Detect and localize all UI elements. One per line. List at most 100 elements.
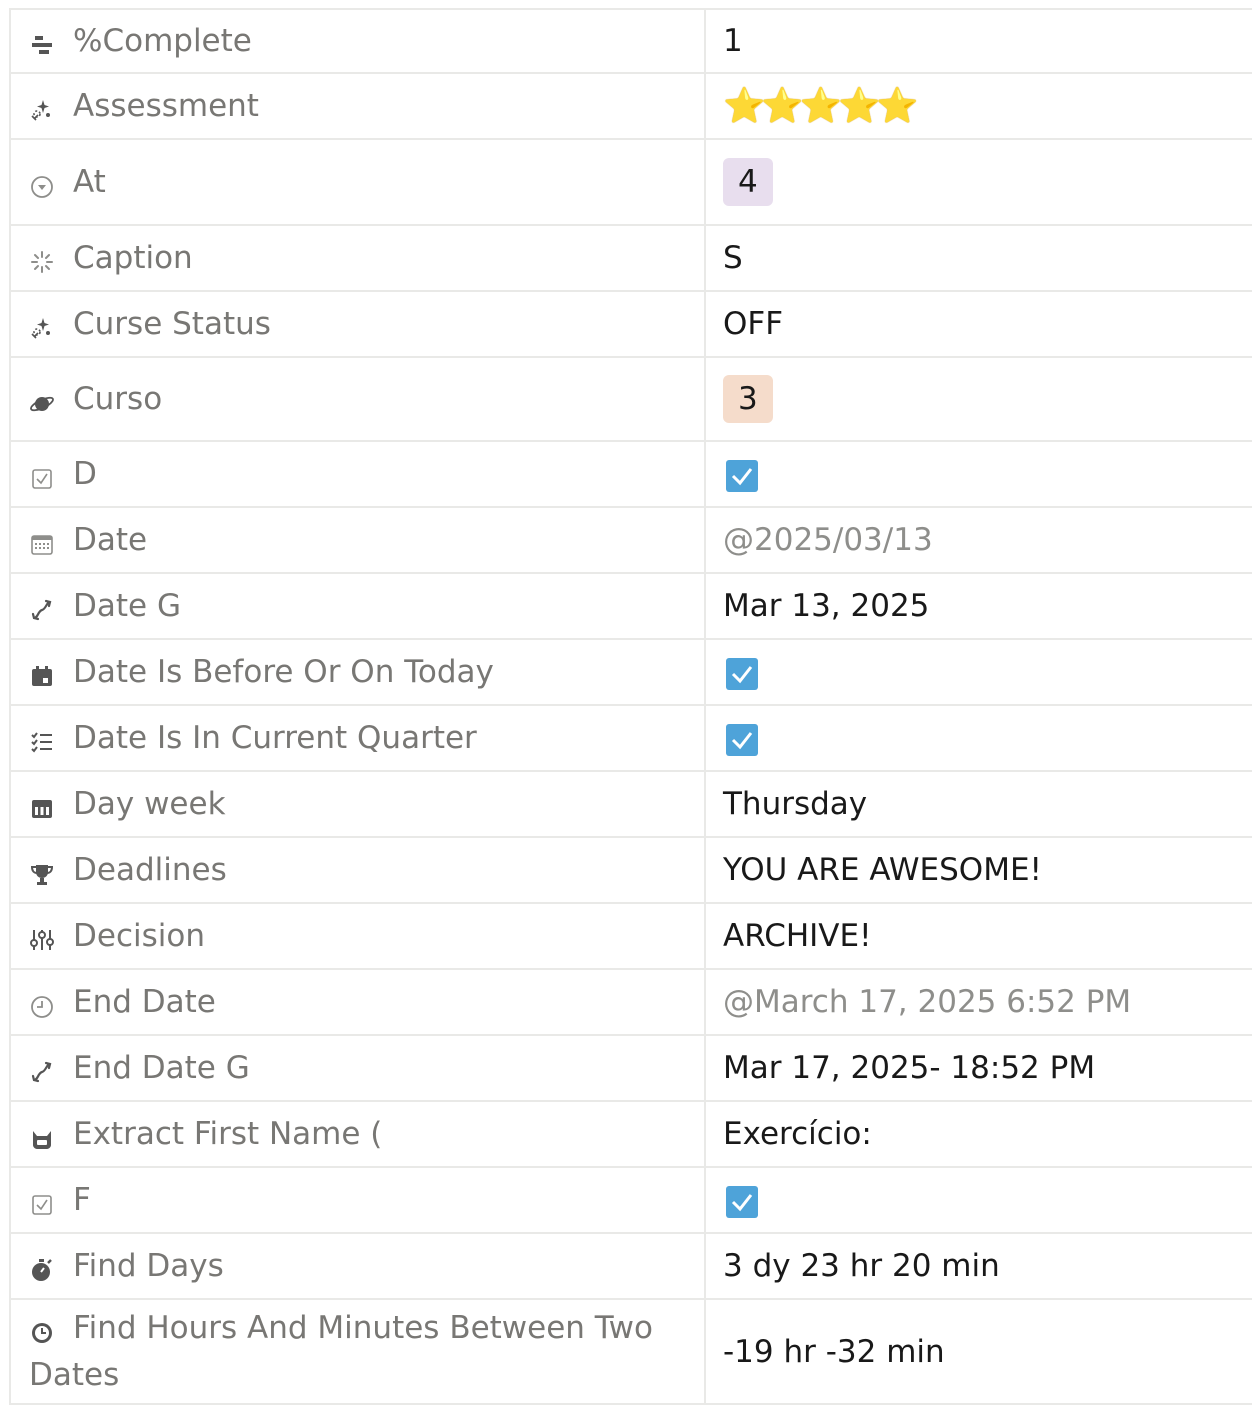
circle-chevron-down-icon [29, 173, 55, 199]
arrow-relation-icon [29, 1059, 55, 1085]
arrow-relation-icon [29, 597, 55, 623]
property-name-cell[interactable]: Deadlines [9, 836, 706, 904]
property-name: End Date G [73, 1049, 250, 1086]
property-value-cell[interactable]: YOU ARE AWESOME! [704, 836, 1252, 904]
property-value-cell[interactable]: -19 hr -32 min [704, 1298, 1252, 1405]
property-row[interactable]: At 4 [9, 138, 1252, 226]
property-value-cell[interactable]: S [704, 224, 1252, 292]
property-row[interactable]: Find Days 3 dy 23 hr 20 min [9, 1232, 1252, 1300]
property-value-cell[interactable] [704, 1166, 1252, 1234]
property-name-cell[interactable]: Date Is Before Or On Today [9, 638, 706, 706]
property-name-cell[interactable]: %Complete [9, 8, 706, 74]
property-name-cell[interactable]: Curso [9, 356, 706, 442]
property-name-cell[interactable]: End Date [9, 968, 706, 1036]
checkbox-checked[interactable] [726, 1185, 758, 1218]
property-name-cell[interactable]: Date Is In Current Quarter [9, 704, 706, 772]
select-tag[interactable]: 3 [723, 375, 773, 423]
loading-spinner-icon [29, 249, 55, 275]
property-row[interactable]: Find Hours And Minutes Between Two Dates… [9, 1298, 1252, 1405]
property-row[interactable]: Curso 3 [9, 356, 1252, 442]
property-row[interactable]: Date G Mar 13, 2025 [9, 572, 1252, 640]
property-value: S [723, 240, 743, 276]
property-name-cell[interactable]: Day week [9, 770, 706, 838]
property-name-cell[interactable]: Extract First Name ( [9, 1100, 706, 1168]
property-row[interactable]: End Date G Mar 17, 2025- 18:52 PM [9, 1034, 1252, 1102]
property-row[interactable]: End Date @March 17, 2025 6:52 PM [9, 968, 1252, 1036]
property-value-cell[interactable]: @March 17, 2025 6:52 PM [704, 968, 1252, 1036]
property-row[interactable]: Date Is In Current Quarter [9, 704, 1252, 772]
property-value-cell[interactable] [704, 638, 1252, 706]
property-name-cell[interactable]: D [9, 440, 706, 508]
select-tag[interactable]: 4 [723, 158, 773, 206]
property-name: Curse Status [73, 305, 271, 342]
sliders-icon [29, 927, 55, 953]
property-value-cell[interactable]: OFF [704, 290, 1252, 358]
property-value-cell[interactable]: Mar 13, 2025 [704, 572, 1252, 640]
property-value-cell[interactable] [704, 704, 1252, 772]
checkbox-checked[interactable] [726, 459, 758, 492]
property-name: Date G [73, 587, 181, 624]
property-value-cell[interactable]: Mar 17, 2025- 18:52 PM [704, 1034, 1252, 1102]
property-name-cell[interactable]: Decision [9, 902, 706, 970]
property-name-cell[interactable]: At [9, 138, 706, 226]
property-value: ARCHIVE! [723, 918, 872, 954]
property-value: Mar 17, 2025- 18:52 PM [723, 1050, 1096, 1086]
horizontal-bars-icon [29, 32, 55, 58]
properties-table: %Complete 1 Assessment ⭐⭐⭐⭐⭐ At 4 Caption S Curs… [9, 8, 1252, 1405]
property-row[interactable]: Day week Thursday [9, 770, 1252, 838]
property-value: Thursday [723, 786, 868, 822]
property-row[interactable]: F [9, 1166, 1252, 1234]
checkbox-icon [29, 465, 55, 491]
property-value-cell[interactable]: @2025/03/13 [704, 506, 1252, 574]
checkbox-checked[interactable] [726, 723, 758, 756]
planet-icon [29, 390, 55, 416]
sparkle-formula-icon [29, 97, 55, 123]
property-value-cell[interactable]: 3 [704, 356, 1252, 442]
property-row[interactable]: Curse Status OFF [9, 290, 1252, 358]
property-name-cell[interactable]: Date [9, 506, 706, 574]
property-name: D [73, 455, 97, 492]
property-name-cell[interactable]: F [9, 1166, 706, 1234]
property-value-cell[interactable] [704, 440, 1252, 508]
property-value-cell[interactable]: Exercício: [704, 1100, 1252, 1168]
property-row[interactable]: Date @2025/03/13 [9, 506, 1252, 574]
property-row[interactable]: Date Is Before Or On Today [9, 638, 1252, 706]
property-name-cell[interactable]: Caption [9, 224, 706, 292]
property-row[interactable]: Caption S [9, 224, 1252, 292]
property-name-cell[interactable]: Find Hours And Minutes Between Two Dates [9, 1298, 706, 1405]
property-name-cell[interactable]: Find Days [9, 1232, 706, 1300]
date-mention[interactable]: @2025/03/13 [723, 522, 933, 558]
clock-outline-icon [29, 993, 55, 1019]
cat-icon [29, 1125, 55, 1151]
property-name: Find Days [73, 1247, 224, 1284]
checkbox-checked[interactable] [726, 657, 758, 690]
property-name-cell[interactable]: Date G [9, 572, 706, 640]
property-row[interactable]: Decision ARCHIVE! [9, 902, 1252, 970]
property-row[interactable]: Extract First Name (Exercício: [9, 1100, 1252, 1168]
property-name: Date Is In Current Quarter [73, 719, 477, 756]
property-value: OFF [723, 306, 784, 342]
property-value: Mar 13, 2025 [723, 588, 930, 624]
property-name: Find Hours And Minutes Between Two Dates [29, 1309, 653, 1393]
property-name: Date [73, 521, 148, 558]
property-name-cell[interactable]: Assessment [9, 72, 706, 140]
calendar-solid-icon [29, 663, 55, 689]
property-name: At [73, 163, 106, 200]
checklist-icon [29, 729, 55, 755]
property-value-cell[interactable]: 4 [704, 138, 1252, 226]
property-row[interactable]: Deadlines YOU ARE AWESOME! [9, 836, 1252, 904]
property-name: End Date [73, 983, 216, 1020]
property-name: Assessment [73, 87, 259, 124]
property-row[interactable]: %Complete 1 [9, 8, 1252, 74]
property-value-cell[interactable]: 3 dy 23 hr 20 min [704, 1232, 1252, 1300]
property-value-cell[interactable]: ⭐⭐⭐⭐⭐ [704, 72, 1252, 140]
property-name-cell[interactable]: Curse Status [9, 290, 706, 358]
property-value-cell[interactable]: Thursday [704, 770, 1252, 838]
property-name: Deadlines [73, 851, 227, 888]
property-row[interactable]: Assessment ⭐⭐⭐⭐⭐ [9, 72, 1252, 140]
property-value-cell[interactable]: ARCHIVE! [704, 902, 1252, 970]
property-row[interactable]: D [9, 440, 1252, 508]
property-value-cell[interactable]: 1 [704, 8, 1252, 74]
date-mention[interactable]: @March 17, 2025 6:52 PM [723, 984, 1131, 1020]
property-name-cell[interactable]: End Date G [9, 1034, 706, 1102]
